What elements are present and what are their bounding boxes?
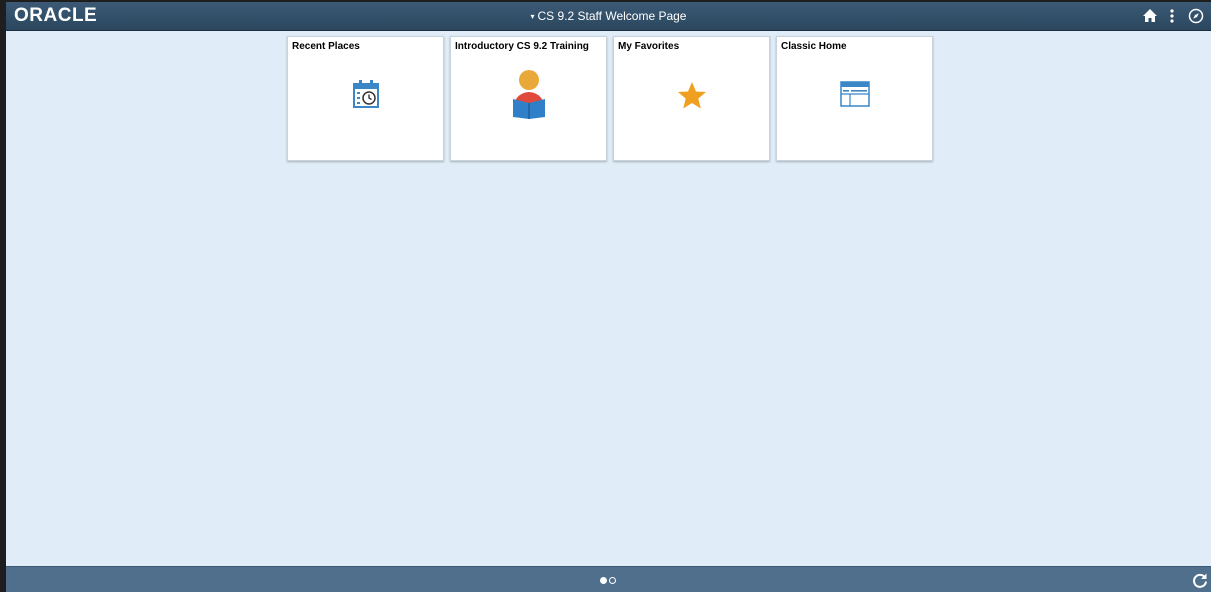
calendar-clock-icon — [352, 80, 379, 108]
page-indicator-dot[interactable] — [609, 577, 616, 584]
page-indicator-dot-current[interactable] — [600, 577, 607, 584]
star-icon — [677, 82, 706, 109]
top-banner: ORACLE ▾ CS 9.2 Staff Welcome Page — [6, 2, 1211, 31]
tile-grid: Recent Places Introductory CS 9.2 Traini… — [287, 36, 947, 161]
tile-title: Recent Places — [292, 41, 360, 52]
tile-title: Classic Home — [781, 41, 847, 52]
tile-introductory-training[interactable]: Introductory CS 9.2 Training — [450, 36, 607, 161]
person-reading-book-icon — [512, 70, 545, 119]
tile-title: Introductory CS 9.2 Training — [455, 41, 589, 52]
page-title-text[interactable]: CS 9.2 Staff Welcome Page — [538, 9, 687, 23]
page-title[interactable]: ▾ CS 9.2 Staff Welcome Page — [6, 2, 1211, 30]
title-dropdown-caret-icon[interactable]: ▾ — [531, 12, 535, 21]
home-icon[interactable] — [1142, 8, 1158, 24]
refresh-icon[interactable] — [1192, 572, 1208, 588]
window-layout-icon — [839, 81, 870, 107]
tile-my-favorites[interactable]: My Favorites — [613, 36, 770, 161]
tile-classic-home[interactable]: Classic Home — [776, 36, 933, 161]
tile-title: My Favorites — [618, 41, 680, 52]
app-frame: ORACLE ▾ CS 9.2 Staff Welcome Page Recent… — [6, 2, 1211, 592]
tile-recent-places[interactable]: Recent Places — [287, 36, 444, 161]
actions-menu-icon[interactable] — [1164, 8, 1180, 24]
footer-bar — [6, 566, 1211, 592]
navbar-compass-icon[interactable] — [1188, 8, 1204, 24]
